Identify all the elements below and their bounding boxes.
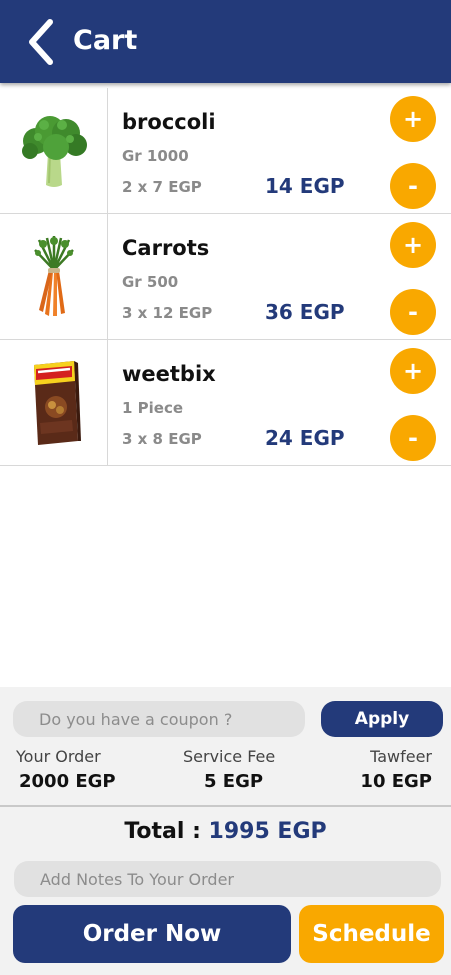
- page-title: Cart: [73, 25, 138, 56]
- cart-item: broccoli Gr 1000 2 x 7 EGP 14 EGP + -: [0, 88, 451, 214]
- cart-item-list: broccoli Gr 1000 2 x 7 EGP 14 EGP + - Ca…: [0, 88, 451, 466]
- order-total: Total : 1995 EGP: [0, 819, 451, 844]
- product-price: 24 EGP: [265, 426, 345, 450]
- order-notes-input[interactable]: [14, 861, 441, 897]
- weetbix-box-image: [33, 360, 81, 445]
- increase-quantity-button[interactable]: +: [390, 222, 436, 268]
- chevron-left-icon: [29, 19, 53, 65]
- product-name: weetbix: [122, 362, 216, 386]
- service-fee-label: Service Fee: [183, 747, 276, 766]
- decrease-quantity-button[interactable]: -: [390, 415, 436, 461]
- tawfeer-value: 10 EGP: [360, 771, 432, 792]
- product-name: broccoli: [122, 110, 216, 134]
- order-subtotal-label: Your Order: [16, 747, 101, 766]
- order-subtotal-value: 2000 EGP: [19, 771, 116, 792]
- product-thumbnail: [0, 340, 108, 465]
- order-now-button[interactable]: Order Now: [13, 905, 291, 963]
- apply-coupon-button[interactable]: Apply: [321, 701, 443, 737]
- product-quantity: 3 x 8 EGP: [122, 430, 202, 448]
- total-value: 1995 EGP: [208, 819, 327, 844]
- product-name: Carrots: [122, 236, 210, 260]
- cart-screen: Cart broccoli Gr 1000 2 x 7 EGP 14 EGP +…: [0, 0, 451, 975]
- cart-item: weetbix 1 Piece 3 x 8 EGP 24 EGP + -: [0, 340, 451, 466]
- cart-item: Carrots Gr 500 3 x 12 EGP 36 EGP + -: [0, 214, 451, 340]
- increase-quantity-button[interactable]: +: [390, 96, 436, 142]
- back-button[interactable]: [22, 18, 62, 66]
- coupon-input[interactable]: [13, 701, 305, 737]
- product-thumbnail: [0, 214, 108, 339]
- product-weight: Gr 1000: [122, 147, 189, 165]
- service-fee-value: 5 EGP: [204, 771, 264, 792]
- product-price: 36 EGP: [265, 300, 345, 324]
- product-thumbnail: [0, 88, 108, 213]
- product-quantity: 2 x 7 EGP: [122, 178, 202, 196]
- checkout-panel: Apply Your Order 2000 EGP Service Fee 5 …: [0, 687, 451, 975]
- product-weight: Gr 500: [122, 273, 179, 291]
- app-header: Cart: [0, 0, 451, 83]
- decrease-quantity-button[interactable]: -: [390, 289, 436, 335]
- divider: [0, 805, 451, 807]
- product-weight: 1 Piece: [122, 399, 184, 417]
- schedule-button[interactable]: Schedule: [299, 905, 444, 963]
- carrots-image: [33, 235, 74, 316]
- total-label: Total :: [124, 819, 209, 844]
- tawfeer-label: Tawfeer: [370, 747, 432, 766]
- broccoli-image: [21, 115, 87, 187]
- increase-quantity-button[interactable]: +: [390, 348, 436, 394]
- decrease-quantity-button[interactable]: -: [390, 163, 436, 209]
- product-quantity: 3 x 12 EGP: [122, 304, 213, 322]
- product-price: 14 EGP: [265, 174, 345, 198]
